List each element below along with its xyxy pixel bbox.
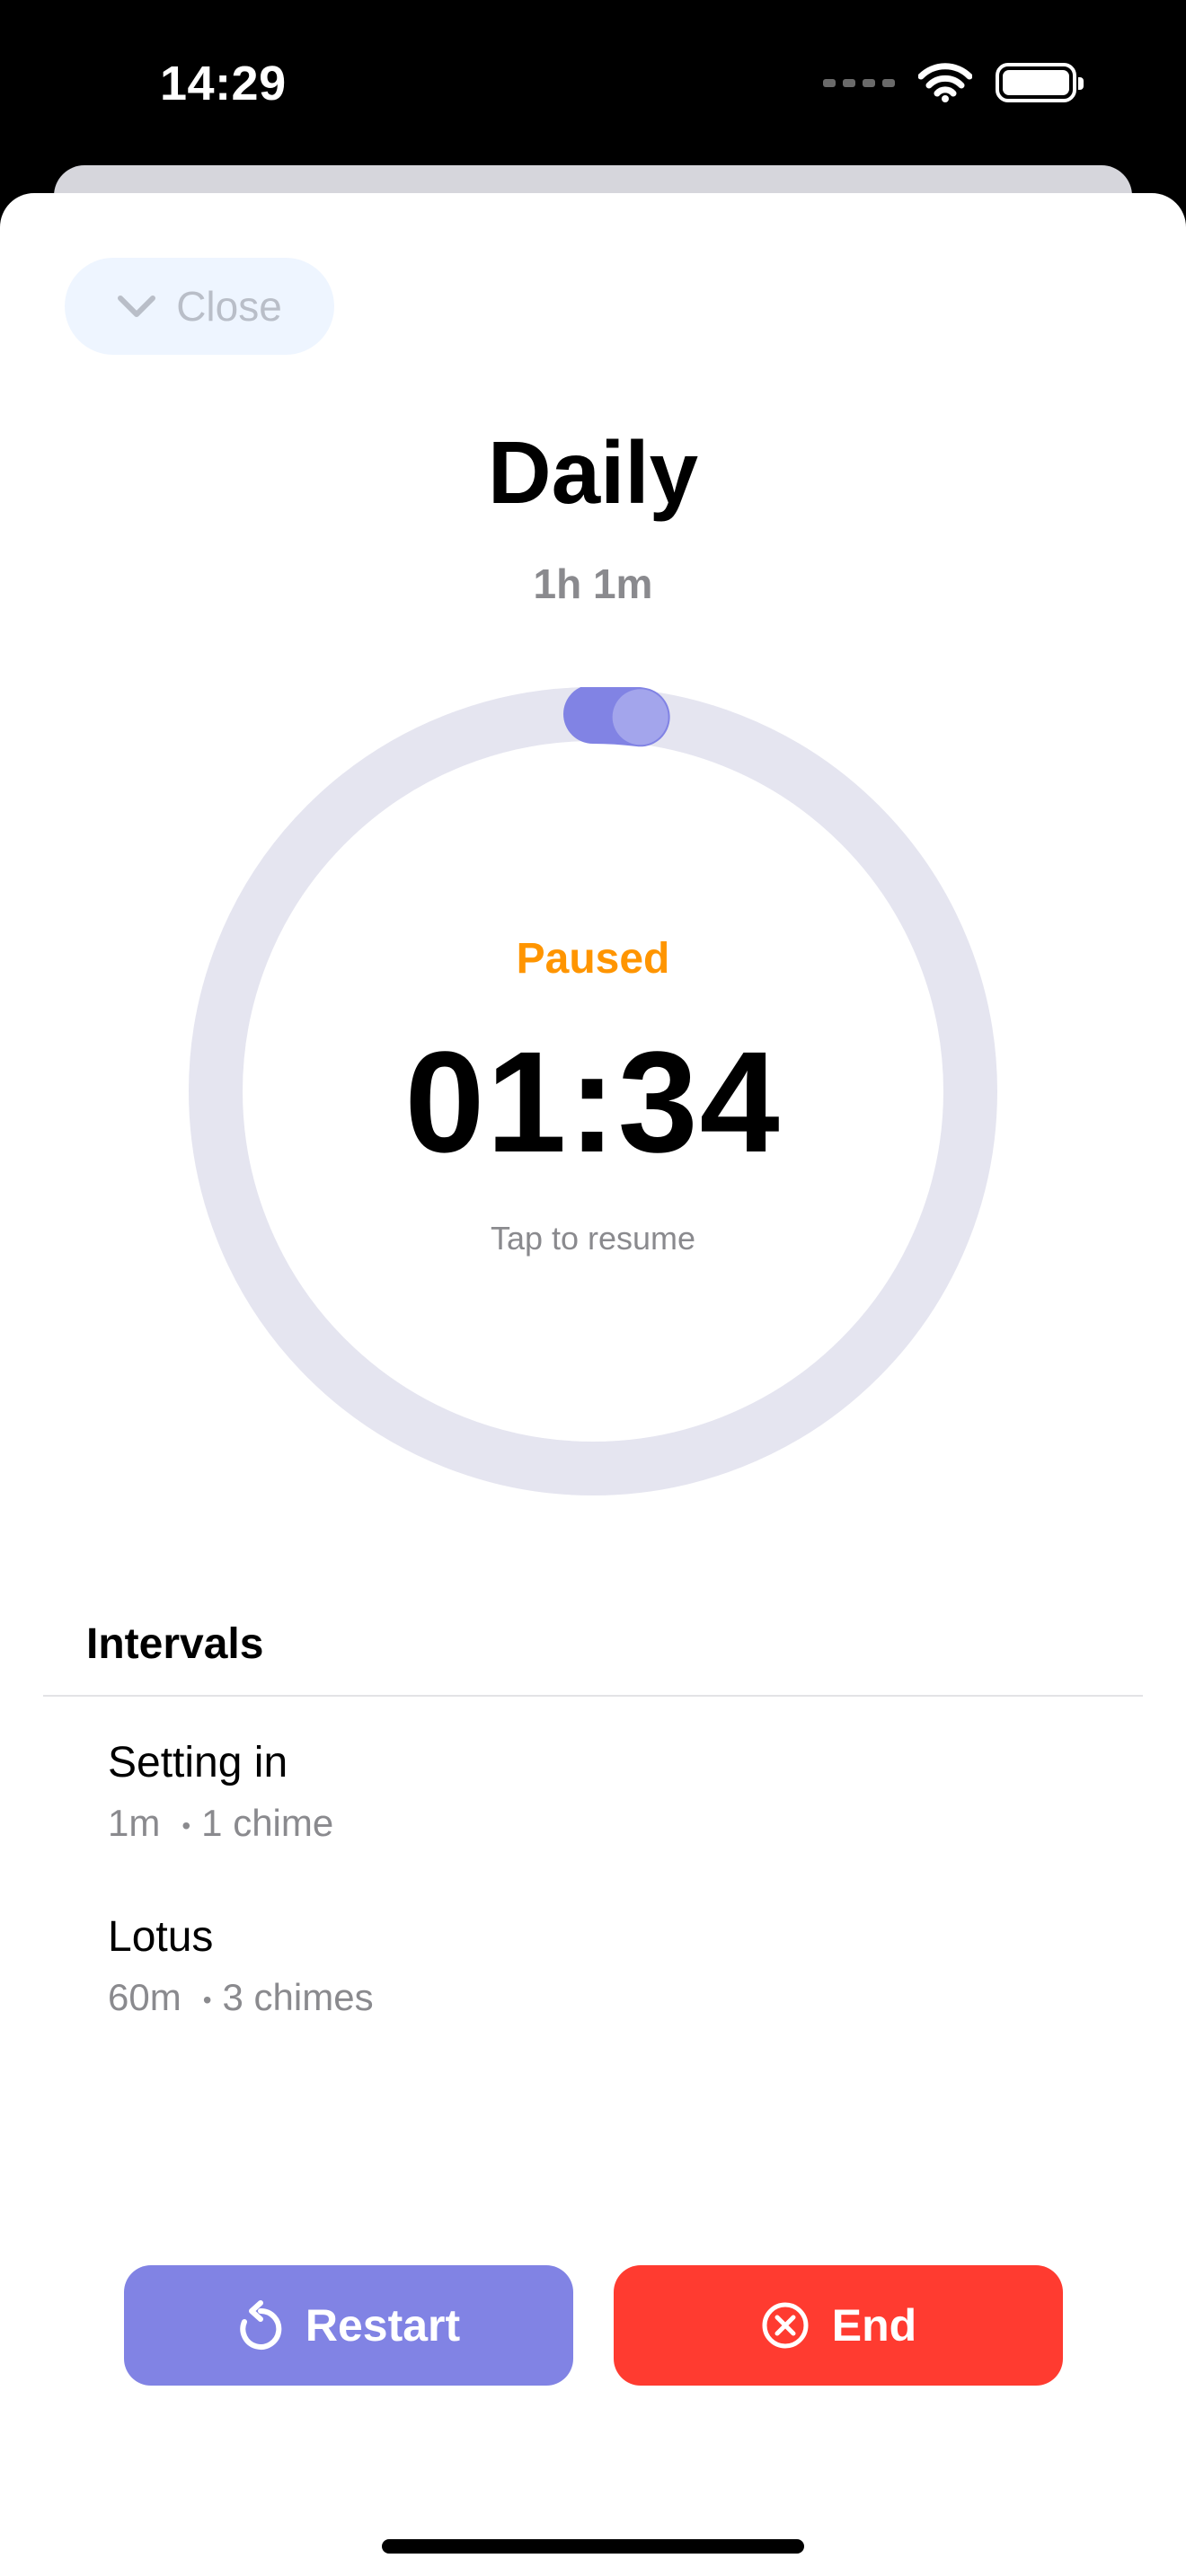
session-title: Daily (487, 423, 699, 522)
status-icons (823, 63, 1084, 102)
counterclockwise-arrow-icon (240, 2300, 282, 2350)
screen: 14:29 Close Daily 1h 1m Paused 01:34 Tap… (0, 0, 1186, 2576)
interval-name: Setting in (108, 1739, 288, 1786)
interval-chimes: 3 chimes (222, 1976, 374, 2018)
status-bar: 14:29 (0, 0, 1186, 171)
resume-hint: Tap to resume (490, 1220, 696, 1257)
restart-button[interactable]: Restart (124, 2265, 573, 2386)
wifi-icon (918, 63, 972, 102)
session-duration: 1h 1m (533, 560, 653, 607)
interval-name: Lotus (108, 1913, 214, 1961)
separator-dot: • (202, 1985, 212, 2014)
end-button[interactable]: End (614, 2265, 1063, 2386)
interval-meta: 60m • 3 chimes (108, 1976, 1006, 2019)
interval-duration: 60m (108, 1976, 181, 2018)
interval-duration: 1m (108, 1802, 161, 1844)
timer-display[interactable]: 01:34 (0, 1019, 1186, 1185)
timer-state-label: Paused (516, 935, 670, 983)
close-button[interactable]: Close (65, 258, 334, 355)
timer-sheet: Close Daily 1h 1m Paused 01:34 Tap to re… (0, 193, 1186, 2576)
end-label: End (831, 2300, 917, 2351)
progress-knob (612, 689, 668, 745)
interval-row: Lotus 60m • 3 chimes (108, 1912, 1006, 2019)
home-indicator (382, 2539, 804, 2554)
battery-icon (996, 63, 1084, 102)
interval-row: Setting in 1m • 1 chime (108, 1738, 1006, 1845)
interval-meta: 1m • 1 chime (108, 1802, 1006, 1845)
divider (43, 1695, 1143, 1697)
status-time: 14:29 (160, 57, 287, 110)
restart-label: Restart (305, 2300, 461, 2351)
intervals-heading: Intervals (86, 1620, 264, 1668)
close-label: Close (176, 283, 282, 330)
separator-dot: • (181, 1811, 191, 1839)
chevron-down-icon (118, 296, 156, 317)
cellular-signal-icon (823, 78, 895, 87)
interval-chimes: 1 chime (201, 1802, 334, 1844)
x-circle-icon (762, 2302, 809, 2349)
